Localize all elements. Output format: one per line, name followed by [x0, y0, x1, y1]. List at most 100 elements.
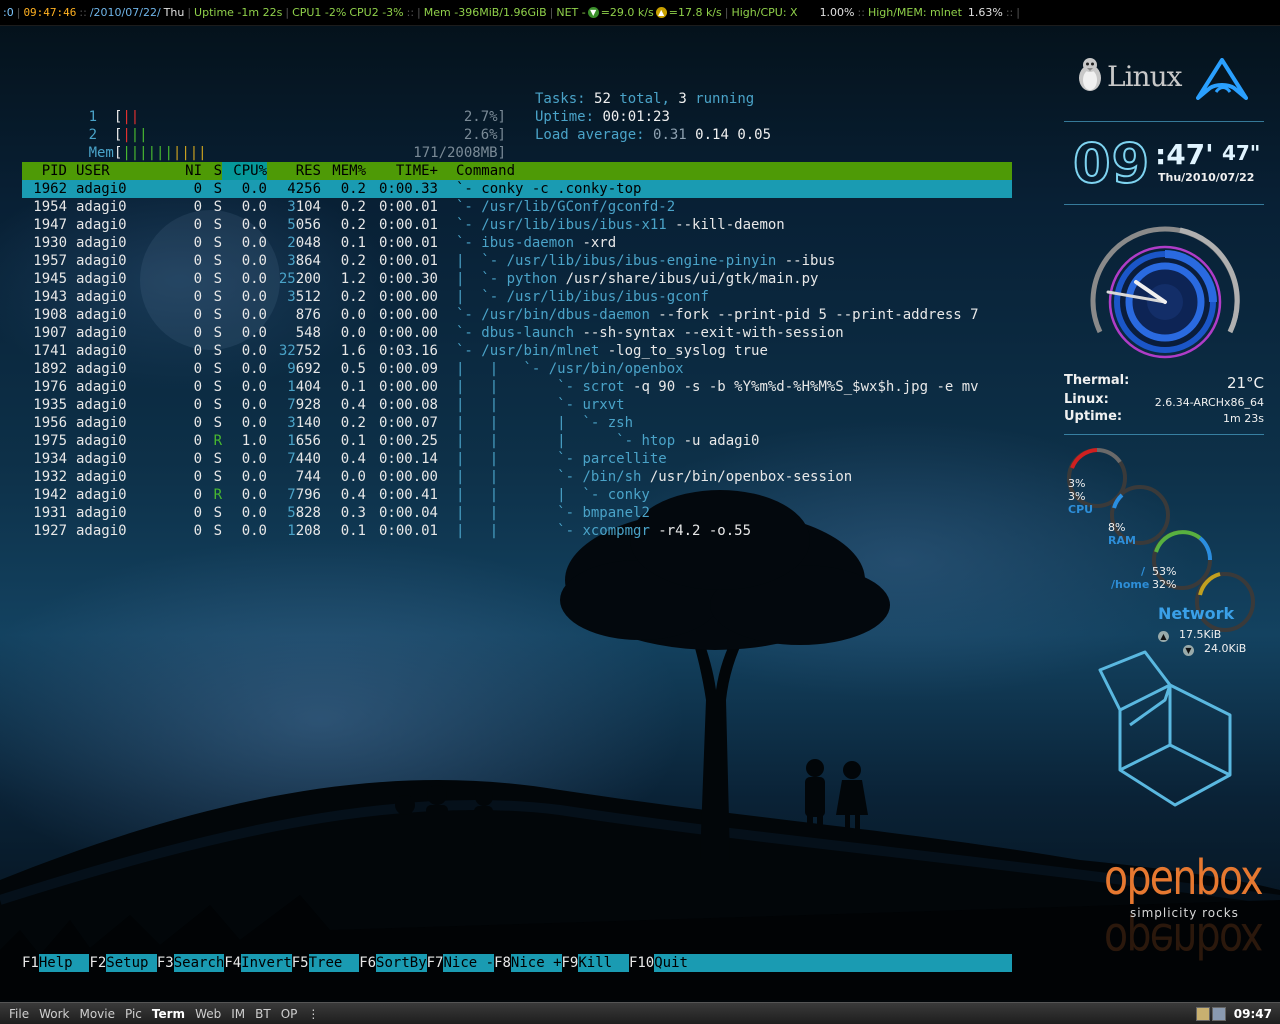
openbox-logo-reflection: openbox [1104, 912, 1262, 968]
process-row[interactable]: 1943 adagi0 0 S 0.0 3512 0.2 0:00.00 | `- /usr/l… [22, 288, 1012, 306]
column-mem[interactable]: MEM% [321, 162, 366, 180]
process-time: 0:00.30 [378, 271, 438, 287]
process-state: S [213, 379, 222, 395]
process-state: S [213, 217, 222, 233]
fkey-label[interactable]: Tree [308, 954, 360, 972]
column-ni[interactable]: NI [162, 162, 202, 180]
fkey-f6[interactable]: F6 [359, 954, 376, 972]
desktop-tab-movie[interactable]: Movie [74, 1007, 120, 1021]
fkey-f1[interactable]: F1 [22, 954, 39, 972]
process-nice: 0 [193, 433, 202, 449]
ram-label: RAM [1108, 534, 1136, 547]
clipboard-tray-icon[interactable] [1195, 1006, 1210, 1021]
tray-clock[interactable]: 09:47 [1228, 1007, 1280, 1021]
fkey-label[interactable]: SortBy [376, 954, 427, 972]
process-row[interactable]: 1976 adagi0 0 S 0.0 1404 0.1 0:00.00 | | `- scro… [22, 378, 1012, 396]
process-row[interactable]: 1932 adagi0 0 S 0.0 744 0.0 0:00.00 | | `- /bin/… [22, 468, 1012, 486]
fkey-label[interactable]: Quit [654, 954, 688, 972]
process-row[interactable]: 1954 adagi0 0 S 0.0 3104 0.2 0:00.01 `- /usr/lib… [22, 198, 1012, 216]
clock-date: /2010/07/22/ [89, 6, 161, 19]
fkey-f7[interactable]: F7 [427, 954, 444, 972]
process-row[interactable]: 1975 adagi0 0 R 1.0 1656 0.1 0:00.25 | | | `- ht… [22, 432, 1012, 450]
column-res[interactable]: RES [267, 162, 321, 180]
process-command: `- conky -c .conky-top [456, 181, 642, 197]
fkey-label[interactable]: Invert [241, 954, 292, 972]
process-row[interactable]: 1931 adagi0 0 S 0.0 5828 0.3 0:00.04 | | `- bmpa… [22, 504, 1012, 522]
process-row[interactable]: 1962 adagi0 0 S 0.0 4256 0.2 0:00.33 `- conky -c… [22, 180, 1012, 198]
process-res: 5828 [287, 505, 321, 521]
process-user: adagi0 [76, 505, 127, 521]
column-cpu[interactable]: CPU% [222, 162, 267, 180]
fkey-label[interactable]: Help [38, 954, 90, 972]
process-time: 0:00.04 [378, 505, 438, 521]
desktop-switcher: File Work Movie Pic Term Web IM BT OP [0, 1007, 302, 1021]
fkey-f2[interactable]: F2 [89, 954, 106, 972]
process-row[interactable]: 1892 adagi0 0 S 0.0 9692 0.5 0:00.09 | | `- /usr… [22, 360, 1012, 378]
process-row[interactable]: 1947 adagi0 0 S 0.0 5056 0.2 0:00.01 `- /usr/lib… [22, 216, 1012, 234]
process-nice: 0 [193, 451, 202, 467]
process-state: S [213, 181, 222, 197]
fkey-label[interactable]: Nice - [443, 954, 495, 972]
process-command: | | `- /usr/bin/openbox [456, 361, 684, 377]
process-pid: 1943 [33, 289, 67, 305]
column-command[interactable]: Command [438, 162, 1012, 180]
column-state[interactable]: S [202, 162, 222, 180]
fkey-f3[interactable]: F3 [157, 954, 174, 972]
load-average: Load average: 0.31 0.14 0.05 [535, 127, 772, 143]
fkey-label[interactable]: Search [173, 954, 225, 972]
process-res: 876 [295, 307, 321, 323]
network-tray-icon[interactable] [1211, 1006, 1226, 1021]
process-command: | `- /usr/lib/ibus/ibus-gconf [456, 289, 709, 305]
process-row[interactable]: 1907 adagi0 0 S 0.0 548 0.0 0:00.00 `- dbus-laun… [22, 324, 1012, 342]
process-row[interactable]: 1945 adagi0 0 S 0.0 25200 1.2 0:00.30 | `- pytho… [22, 270, 1012, 288]
desktop-tab-term[interactable]: Term [147, 1007, 190, 1021]
desktop-tab-web[interactable]: Web [190, 1007, 226, 1021]
fkey-f4[interactable]: F4 [224, 954, 241, 972]
process-res: 1208 [287, 523, 321, 539]
fkey-label[interactable]: Setup [106, 954, 157, 972]
process-pid: 1930 [33, 235, 67, 251]
cpu2-percent: 3% [1068, 490, 1086, 503]
desktop-tab-pic[interactable]: Pic [120, 1007, 147, 1021]
fkey-f9[interactable]: F9 [562, 954, 579, 972]
fkey-f5[interactable]: F5 [292, 954, 309, 972]
process-rows: 1962 adagi0 0 S 0.0 4256 0.2 0:00.33 `- conky -c… [22, 180, 1012, 540]
uptime-summary: Uptime: 00:01:23 [535, 109, 670, 125]
column-user[interactable]: USER [67, 162, 162, 180]
process-mem: 0.0 [340, 469, 366, 485]
process-row[interactable]: 1741 adagi0 0 S 0.0 32752 1.6 0:03.16 `- /usr/bi… [22, 342, 1012, 360]
desktop-tab-file[interactable]: File [4, 1007, 34, 1021]
process-time: 0:00.01 [378, 199, 438, 215]
fkey-f8[interactable]: F8 [494, 954, 511, 972]
fkey-label[interactable]: Nice + [510, 954, 562, 972]
process-row[interactable]: 1934 adagi0 0 S 0.0 7440 0.4 0:00.14 | | `- parc… [22, 450, 1012, 468]
process-state: S [213, 325, 222, 341]
process-pid: 1975 [33, 433, 67, 449]
process-row[interactable]: 1930 adagi0 0 S 0.0 2048 0.1 0:00.01 `- ibus-dae… [22, 234, 1012, 252]
process-row[interactable]: 1908 adagi0 0 S 0.0 876 0.0 0:00.00 `- /usr/bin/… [22, 306, 1012, 324]
process-user: adagi0 [76, 487, 127, 503]
taskbar-more[interactable]: ⋮ [302, 1007, 324, 1021]
desktop-tab-op[interactable]: OP [276, 1007, 303, 1021]
process-state: R [213, 487, 222, 503]
column-time[interactable]: TIME+ [366, 162, 438, 180]
desktop-tab-work[interactable]: Work [34, 1007, 74, 1021]
column-pid[interactable]: PID [22, 162, 67, 180]
workspace-indicator[interactable]: :0 [0, 6, 17, 19]
separator: | [187, 6, 192, 19]
desktop-tab-bt[interactable]: BT [250, 1007, 276, 1021]
htop-terminal[interactable]: 1 [|| 2.7%] 2 [||| 2.6%] Mem[|||||||||| 171… [22, 90, 1012, 539]
process-row[interactable]: 1957 adagi0 0 S 0.0 3864 0.2 0:00.01 | `- /usr/l… [22, 252, 1012, 270]
process-time: 0:00.07 [378, 415, 438, 431]
desktop-tab-im[interactable]: IM [226, 1007, 250, 1021]
process-row[interactable]: 1927 adagi0 0 S 0.0 1208 0.1 0:00.01 | | `- xcom… [22, 522, 1012, 540]
fkey-f10[interactable]: F10 [629, 954, 654, 972]
process-row[interactable]: 1942 adagi0 0 R 0.0 7796 0.4 0:00.41 | | | `- co… [22, 486, 1012, 504]
fkey-label[interactable]: Kill [578, 954, 629, 972]
process-nice: 0 [193, 235, 202, 251]
process-pid: 1957 [33, 253, 67, 269]
process-state: S [213, 361, 222, 377]
process-row[interactable]: 1935 adagi0 0 S 0.0 7928 0.4 0:00.08 | | `- urxv… [22, 396, 1012, 414]
process-row[interactable]: 1956 adagi0 0 S 0.0 3140 0.2 0:00.07 | | | `- zs… [22, 414, 1012, 432]
separator: :: [1005, 6, 1014, 19]
